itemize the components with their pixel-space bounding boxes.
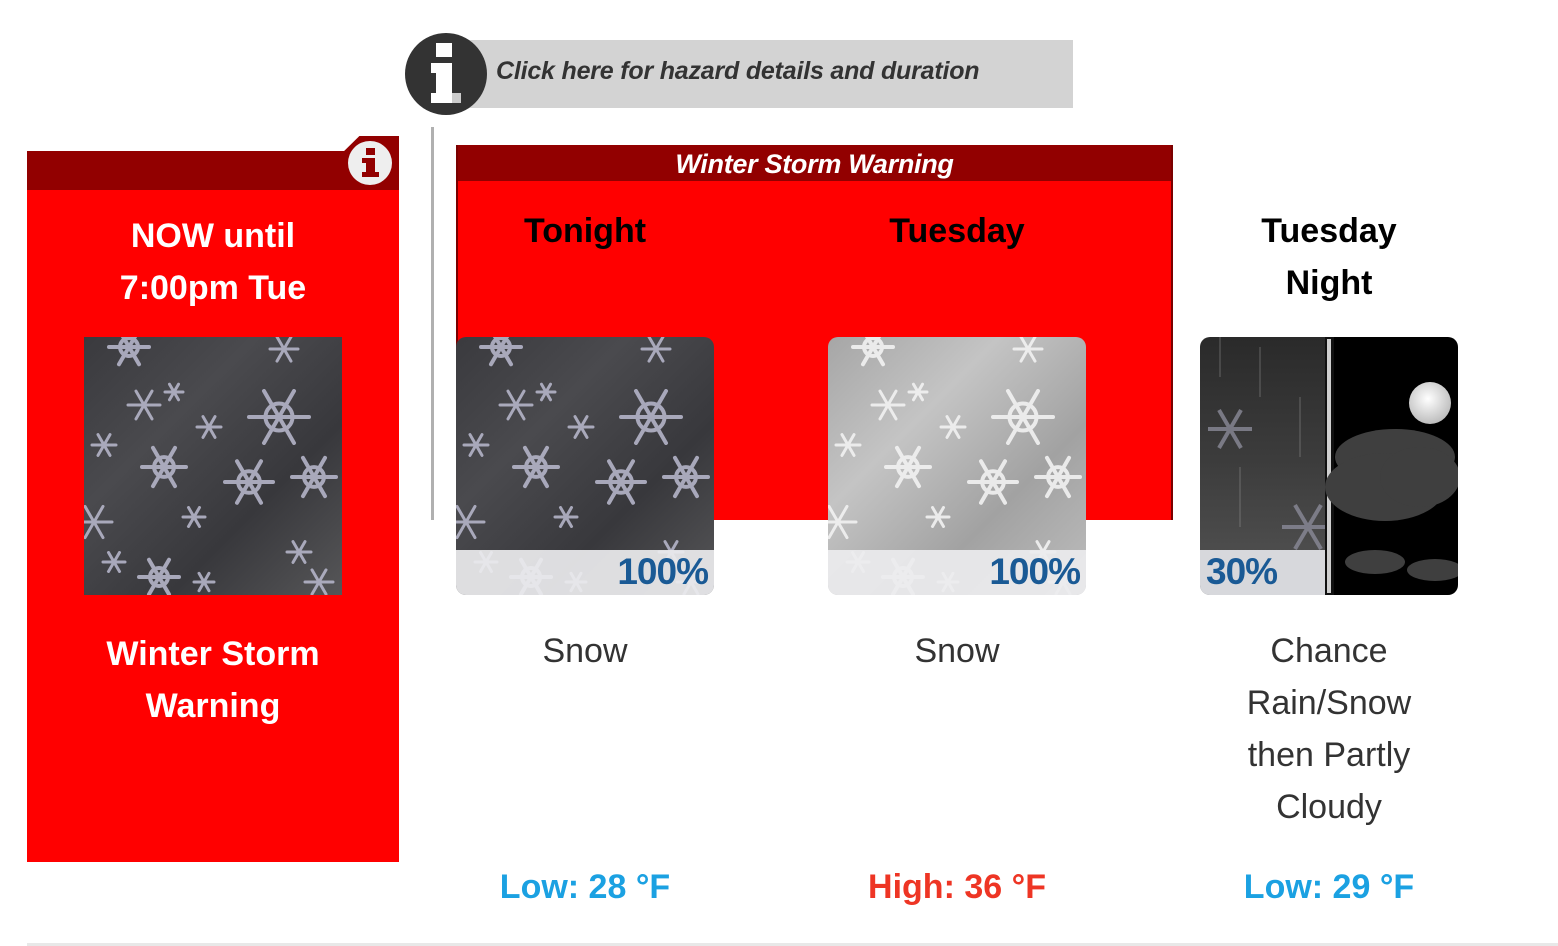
hazard-banner-label[interactable]: Click here for hazard details and durati…	[496, 57, 980, 86]
snow-icon	[74, 327, 342, 597]
snow-icon[interactable]: 100%	[456, 337, 714, 595]
period-name: Tuesday Night	[1179, 205, 1479, 309]
snow-background	[84, 337, 342, 595]
period-name-line1: Tonight	[523, 212, 647, 250]
short-forecast-line: Snow	[542, 632, 628, 670]
warning-duration-line2: 7:00pm Tue	[119, 269, 307, 307]
warning-duration-line1: NOW until	[130, 217, 296, 255]
short-forecast: Snow	[807, 625, 1107, 677]
period-name-line1: Tuesday	[1261, 212, 1397, 250]
temperature-low: Low: 28 °F	[499, 868, 671, 906]
info-icon[interactable]	[405, 33, 487, 115]
warning-title: Winter Storm Warning	[27, 628, 399, 732]
vertical-separator	[431, 127, 434, 520]
temperature-high: High: 36 °F	[868, 868, 1046, 906]
warning-title-line1: Winter Storm	[106, 635, 320, 673]
warning-title-line2: Warning	[145, 687, 281, 725]
short-forecast-line: Cloudy	[1276, 788, 1382, 826]
storm-warning-band-label[interactable]: Winter Storm Warning	[458, 145, 1171, 181]
precip-chance: 30%	[1206, 551, 1278, 592]
short-forecast: Snow	[435, 625, 735, 677]
short-forecast-line: Rain/Snow	[1246, 684, 1412, 722]
period-name-line1: Tuesday	[889, 212, 1025, 250]
precip-chance: 100%	[617, 551, 709, 592]
warning-duration: NOW until 7:00pm Tue	[27, 210, 399, 314]
temperature-low: Low: 29 °F	[1243, 868, 1415, 906]
period-name: Tonight	[435, 205, 735, 257]
short-forecast-line: Snow	[914, 632, 1000, 670]
short-forecast: Chance Rain/Snow then Partly Cloudy	[1179, 625, 1479, 833]
short-forecast-line: then Partly	[1247, 736, 1411, 774]
snow-day-icon[interactable]: 100%	[828, 337, 1086, 595]
precip-chance: 100%	[989, 551, 1081, 592]
current-warning-card[interactable]: NOW until 7:00pm Tue Winter Storm Warnin…	[27, 136, 399, 862]
rain-snow-then-partly-cloudy-night-icon[interactable]: 30%	[1200, 337, 1458, 595]
info-icon[interactable]	[347, 140, 393, 186]
warning-card-header	[27, 151, 399, 190]
short-forecast-line: Chance	[1270, 632, 1388, 670]
period-name-line2: Night	[1285, 264, 1373, 302]
period-name: Tuesday	[807, 205, 1107, 257]
hazard-details-banner[interactable]: Click here for hazard details and durati…	[405, 33, 1073, 115]
